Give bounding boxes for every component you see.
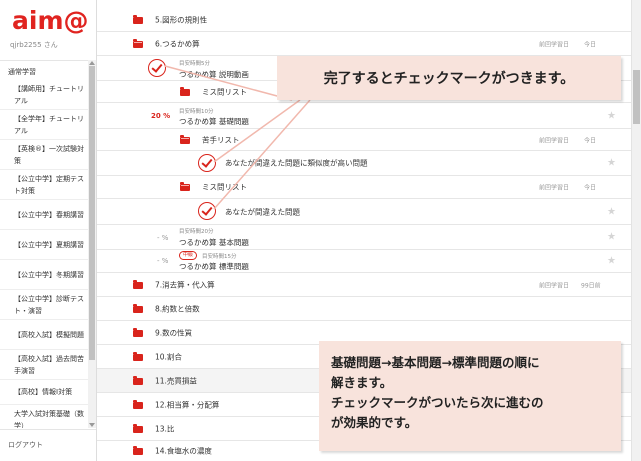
sidebar-item[interactable]: 【公立中学】診断テスト・演習 xyxy=(0,290,88,320)
user-name: qjrb2255 さん xyxy=(10,41,58,49)
list-title: 苦手リスト xyxy=(202,135,240,144)
weak-list-row[interactable]: 苦手リスト 前回学習日 今日 xyxy=(97,129,631,151)
folder-icon xyxy=(180,87,190,96)
target-time: 目安時間10分 xyxy=(179,109,214,115)
unit-title: 11.売買損益 xyxy=(155,376,197,385)
sidebar-item[interactable]: 【英検®】一次試験対策 xyxy=(0,140,88,170)
sidebar-item[interactable]: 大学入試対策基礎（数学） xyxy=(0,405,88,429)
unit-title: 8.約数と倍数 xyxy=(155,304,200,313)
sidebar-item[interactable]: 【高校入試】過去問苦手演習 xyxy=(0,350,88,380)
folder-icon xyxy=(133,376,143,385)
folder-icon xyxy=(133,304,143,313)
folder-icon xyxy=(133,280,143,289)
check-mark-icon xyxy=(198,202,216,220)
folder-icon xyxy=(133,446,143,455)
star-icon[interactable]: ★ xyxy=(607,256,616,267)
progress-percent: 20 % xyxy=(151,112,171,120)
logout-link[interactable]: ログアウト xyxy=(8,440,43,450)
folder-icon xyxy=(133,400,143,409)
target-time: 目安時間20分 xyxy=(179,229,214,235)
lesson-name: つるかめ算 説明動画 xyxy=(179,70,249,79)
target-time: 目安時間15分 xyxy=(202,254,237,260)
unit-row[interactable]: 5.図形の規則性 xyxy=(97,8,631,32)
sidebar-item[interactable]: 【公立中学】冬期講習 xyxy=(0,260,88,290)
star-icon[interactable]: ★ xyxy=(607,206,616,217)
problem-set-name: あなたが間違えた問題に類似度が高い問題 xyxy=(225,158,368,168)
sidebar-course-list: 通常学習 【講師用】チュートリアル 【全学年】チュートリアル 【英検®】一次試験… xyxy=(0,60,88,428)
callout-text: 完了するとチェックマークがつきます。 xyxy=(323,71,575,87)
unit-title: 6.つるかめ算 xyxy=(155,39,200,48)
callout-order-note: 基礎問題→基本問題→標準問題の順に 解きます。 チェックマークがついたら次に進む… xyxy=(319,341,621,451)
folder-open-icon xyxy=(133,39,143,48)
star-icon[interactable]: ★ xyxy=(607,232,616,243)
star-icon[interactable]: ★ xyxy=(607,110,616,121)
list-title: ミス問リスト xyxy=(202,182,247,192)
lesson-name: つるかめ算 標準問題 xyxy=(179,262,249,271)
callout-text-line: が効果的です。 xyxy=(331,415,418,430)
lesson-row[interactable]: 目安時間10分 20 % つるかめ算 基礎問題 ★ xyxy=(97,103,631,129)
last-study-label: 前回学習日 xyxy=(539,41,570,48)
folder-icon xyxy=(133,424,143,433)
sidebar-item[interactable]: 【高校】情報Ⅰ対策 xyxy=(0,380,88,405)
sidebar-item[interactable]: 【公立中学】春期講習 xyxy=(0,200,88,230)
last-study-date: 今日 xyxy=(584,137,597,144)
scroll-down-arrow-icon[interactable] xyxy=(89,423,95,427)
sidebar-item[interactable]: 【公立中学】夏期講習 xyxy=(0,230,88,260)
last-study-date: 99日前 xyxy=(581,282,601,289)
last-study-label: 前回学習日 xyxy=(539,282,570,289)
star-icon[interactable]: ★ xyxy=(607,158,616,169)
problem-set-row[interactable]: あなたが間違えた問題に類似度が高い問題 ★ xyxy=(97,151,631,176)
unit-title: 13.比 xyxy=(155,424,175,433)
scroll-up-arrow-icon[interactable] xyxy=(89,61,95,65)
problem-set-row[interactable]: あなたが間違えた問題 ★ xyxy=(97,199,631,225)
folder-icon xyxy=(133,15,143,24)
target-time: 目安時間5分 xyxy=(179,61,210,67)
list-title: ミス問リスト xyxy=(202,87,247,96)
folder-icon xyxy=(133,328,143,337)
scroll-thumb[interactable] xyxy=(89,66,95,360)
lesson-name: つるかめ算 基礎問題 xyxy=(179,117,249,126)
callout-text-line: 解きます。 xyxy=(331,375,393,390)
last-study-label: 前回学習日 xyxy=(539,137,570,144)
lesson-row[interactable]: 目安時間20分 - % つるかめ算 基本問題 ★ xyxy=(97,225,631,250)
unit-row[interactable]: 8.約数と倍数 xyxy=(97,297,631,321)
lesson-row[interactable]: 中級 目安時間15分 - % つるかめ算 標準問題 ★ xyxy=(97,250,631,273)
callout-text-line: 基礎問題→基本問題→標準問題の順に xyxy=(331,355,540,370)
last-study-label: 前回学習日 xyxy=(539,184,570,192)
scroll-thumb[interactable] xyxy=(633,70,640,124)
main-scrollbar[interactable] xyxy=(631,0,641,461)
sidebar-scrollbar[interactable] xyxy=(88,60,96,428)
app-logo[interactable]: aim@ xyxy=(12,6,89,35)
check-mark-icon xyxy=(148,59,166,77)
unit-title: 10.割合 xyxy=(155,352,182,361)
last-study-date: 今日 xyxy=(584,184,597,192)
sidebar: aim@ qjrb2255 さん 通常学習 【講師用】チュートリアル 【全学年】… xyxy=(0,0,97,461)
unit-title: 14.食塩水の濃度 xyxy=(155,446,212,456)
level-badge: 中級 xyxy=(179,251,198,260)
progress-percent: - % xyxy=(157,234,169,242)
folder-icon xyxy=(133,352,143,361)
unit-title: 7.消去算・代入算 xyxy=(155,280,215,289)
folder-open-icon xyxy=(180,182,190,191)
callout-text-line: チェックマークがついたら次に進むの xyxy=(331,395,544,410)
sidebar-item[interactable]: 【公立中学】定期テスト対策 xyxy=(0,170,88,200)
sidebar-item[interactable]: 【講師用】チュートリアル xyxy=(0,80,88,110)
sidebar-item[interactable]: 【高校入試】模擬問題 xyxy=(0,320,88,350)
miss-list-row[interactable]: ミス問リスト 前回学習日 今日 xyxy=(97,176,631,199)
folder-open-icon xyxy=(180,135,190,144)
sidebar-section-title: 通常学習 xyxy=(8,68,36,76)
lesson-name: つるかめ算 基本問題 xyxy=(179,238,249,247)
last-study-date: 今日 xyxy=(584,41,597,48)
unit-title: 5.図形の規則性 xyxy=(155,15,208,24)
unit-title: 12.相当算・分配算 xyxy=(155,400,220,409)
callout-checkmark-note: 完了するとチェックマークがつきます。 xyxy=(277,56,621,100)
progress-percent: - % xyxy=(157,257,169,265)
check-mark-icon xyxy=(198,154,216,172)
unit-row-open[interactable]: 6.つるかめ算 前回学習日 今日 xyxy=(97,32,631,56)
unit-row[interactable]: 7.消去算・代入算 前回学習日 99日前 xyxy=(97,273,631,297)
unit-title: 9.数の性質 xyxy=(155,328,193,337)
problem-set-name: あなたが間違えた問題 xyxy=(225,207,300,216)
divider xyxy=(0,429,96,430)
sidebar-item[interactable]: 【全学年】チュートリアル xyxy=(0,110,88,140)
